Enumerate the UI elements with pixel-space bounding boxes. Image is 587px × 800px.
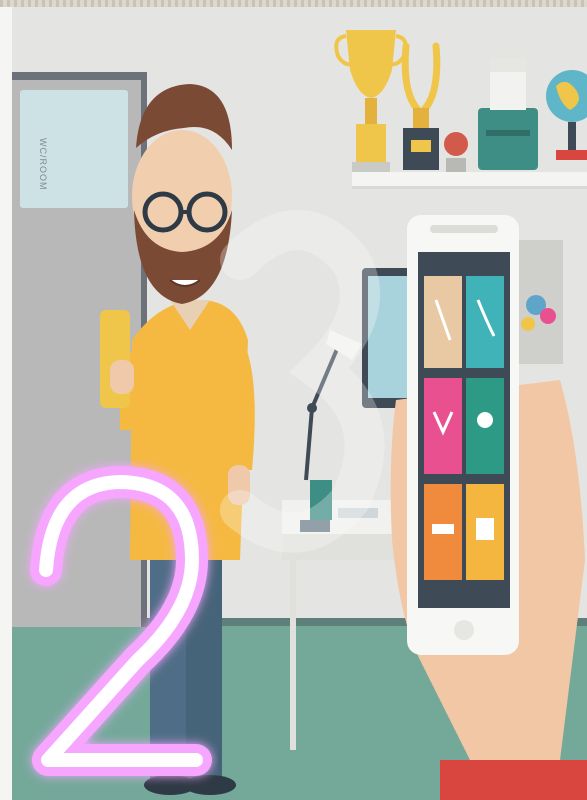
globe-icon bbox=[546, 70, 587, 160]
app-tile-2 bbox=[466, 276, 504, 368]
watermark-shape bbox=[220, 210, 385, 553]
app-tile-3 bbox=[424, 378, 462, 474]
illustration-scene: WC/ROOM 2 bbox=[0, 0, 587, 800]
medal-icon bbox=[444, 132, 468, 172]
neon-number-two: 2 bbox=[18, 460, 212, 776]
trophy-cup-icon bbox=[334, 30, 408, 172]
neon-digit-text: 2 bbox=[18, 460, 19, 461]
wall-picture bbox=[515, 240, 563, 364]
laurel-trophy-icon bbox=[401, 42, 441, 170]
printer-icon bbox=[478, 58, 538, 170]
